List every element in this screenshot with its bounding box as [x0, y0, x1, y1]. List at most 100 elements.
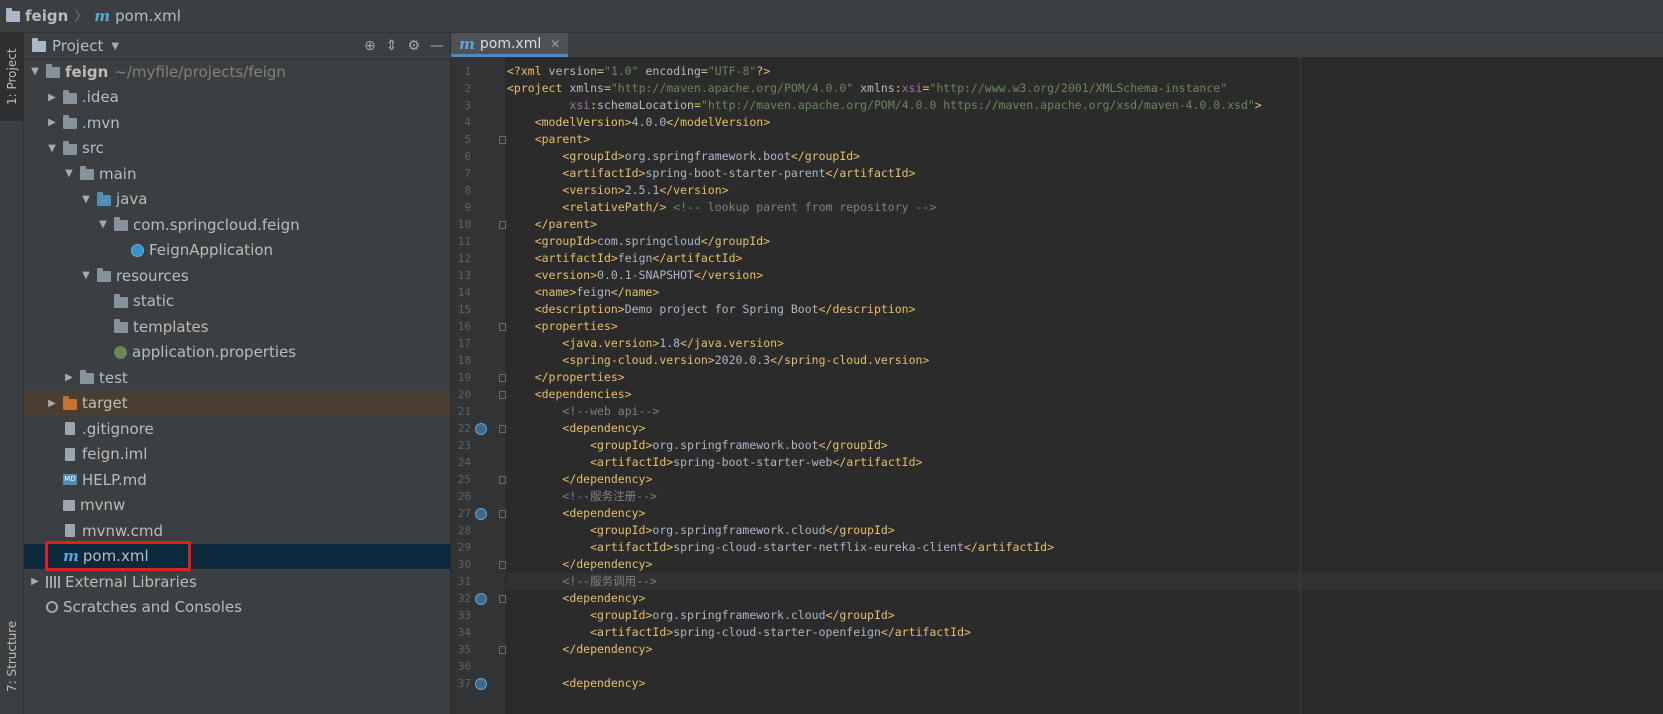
tree-item-label: templates [133, 317, 209, 336]
collapse-all-icon[interactable]: ⇕ [386, 38, 398, 54]
line-number: 3 [464, 99, 471, 112]
chevron-down-icon[interactable]: ▼ [111, 41, 119, 52]
line-number: 22 [457, 422, 471, 435]
fold-marker-icon[interactable] [499, 425, 506, 433]
expand-arrow-icon[interactable]: ▼ [62, 168, 76, 179]
tab-pom-xml[interactable]: m pom.xml ✕ [451, 33, 569, 57]
code-line: <artifactId>spring-cloud-starter-netflix… [590, 540, 1054, 554]
tree-item[interactable]: ▶ External Libraries [24, 569, 450, 594]
collapse-arrow-icon[interactable]: ▶ [62, 372, 76, 383]
maven-icon: m [94, 7, 111, 25]
tree-item[interactable]: ▶ target [24, 390, 450, 416]
code-line: <!--服务调用--> [507, 573, 1663, 590]
line-number: 23 [457, 439, 471, 452]
breadcrumb-project[interactable]: feign [6, 7, 68, 25]
class-icon [131, 243, 144, 257]
tree-item[interactable]: ▶ .mvn [24, 110, 450, 135]
fold-marker-icon[interactable] [499, 561, 506, 569]
tree-item[interactable]: static [24, 289, 450, 314]
tool-tab-structure[interactable]: 7: Structure [0, 599, 24, 714]
expand-arrow-icon[interactable]: ▼ [28, 66, 42, 77]
dependency-gutter-icon[interactable] [475, 508, 487, 520]
fold-marker-icon[interactable] [499, 595, 506, 603]
tree-item-label: main [99, 164, 137, 183]
code-line: <dependency> [562, 591, 646, 605]
tree-item[interactable]: mvnw [24, 493, 450, 518]
line-number: 13 [457, 269, 471, 282]
tree-item[interactable]: .gitignore [24, 416, 450, 441]
expand-arrow-icon[interactable]: ▼ [45, 143, 59, 154]
folder-icon [114, 293, 128, 308]
tree-item[interactable]: ▼ com.springcloud.feign [24, 212, 450, 237]
resources-folder-icon [97, 268, 111, 282]
code-line: <dependency> [562, 676, 646, 690]
line-number: 6 [464, 150, 471, 163]
fold-marker-icon[interactable] [499, 221, 506, 229]
line-number: 14 [457, 286, 471, 299]
tree-item-label: .gitignore [82, 419, 154, 438]
code-line: <parent> [534, 132, 591, 146]
line-number: 5 [464, 133, 471, 146]
gear-icon[interactable]: ⚙ [407, 38, 420, 54]
tool-tab-project[interactable]: 1: Project [0, 33, 24, 121]
project-view-selector[interactable]: Project [52, 37, 103, 55]
tree-item[interactable]: mvnw.cmd [24, 518, 450, 543]
fold-marker-icon[interactable] [499, 323, 506, 331]
line-number: 30 [457, 558, 471, 571]
dependency-gutter-icon[interactable] [475, 423, 487, 435]
code-area[interactable]: <?xml version="1.0" encoding="UTF-8"?> <p… [507, 57, 1663, 714]
expand-arrow-icon[interactable]: ▼ [79, 270, 93, 281]
line-number: 29 [457, 541, 471, 554]
left-tool-strip: 1: Project 7: Structure [0, 33, 24, 714]
dependency-gutter-icon[interactable] [475, 678, 487, 690]
line-number: 32 [457, 592, 471, 605]
close-icon[interactable]: ✕ [550, 37, 560, 51]
fold-marker-icon[interactable] [499, 476, 506, 484]
tree-item[interactable]: Scratches and Consoles [24, 595, 450, 620]
tree-item-label: static [133, 292, 175, 310]
source-folder-icon [97, 191, 111, 206]
fold-marker-icon[interactable] [499, 374, 506, 382]
tree-item[interactable]: feign.iml [24, 442, 450, 467]
line-number: 34 [457, 626, 471, 639]
fold-marker-icon[interactable] [499, 136, 506, 144]
line-number: 11 [457, 235, 471, 248]
tree-item[interactable]: ▼ src [24, 136, 450, 161]
collapse-arrow-icon[interactable]: ▶ [45, 117, 59, 128]
expand-arrow-icon[interactable]: ▼ [79, 194, 93, 205]
tool-tab-structure-label: 7: Structure [5, 620, 19, 693]
tree-item-label: resources [116, 266, 189, 285]
tree-item-label: mvnw.cmd [82, 521, 164, 540]
fold-marker-icon[interactable] [499, 646, 506, 654]
tree-item-label: mvnw [80, 496, 126, 514]
locate-icon[interactable]: ⊕ [364, 38, 376, 54]
tree-item[interactable]: templates [24, 314, 450, 339]
tree-item[interactable]: ▼ main [24, 161, 450, 186]
tree-item[interactable]: ▼ resources [24, 263, 450, 288]
code-line: </parent> [534, 217, 598, 231]
tree-item[interactable]: application.properties [24, 340, 450, 365]
collapse-arrow-icon[interactable]: ▶ [45, 398, 59, 409]
file-icon [65, 447, 75, 461]
code-line: <artifactId>feign</artifactId> [534, 251, 743, 265]
tree-item[interactable]: ▶ test [24, 365, 450, 390]
tree-item[interactable]: ▶ .idea [24, 85, 450, 110]
tree-item[interactable]: MD HELP.md [24, 467, 450, 492]
tree-item-label: .idea [82, 88, 119, 106]
code-line: xsi:schemaLocation="http://maven.apache.… [569, 98, 1262, 112]
collapse-arrow-icon[interactable]: ▶ [45, 92, 59, 103]
fold-marker-icon[interactable] [499, 391, 506, 399]
dependency-gutter-icon[interactable] [475, 593, 487, 605]
editor-tab-bar: m pom.xml ✕ [451, 33, 1663, 58]
tree-item[interactable]: ▼ java [24, 187, 450, 212]
minimize-icon[interactable]: — [430, 38, 444, 54]
breadcrumb-file[interactable]: m pom.xml [94, 7, 181, 25]
code-line: <groupId>com.springcloud</groupId> [534, 234, 771, 248]
fold-marker-icon[interactable] [499, 510, 506, 518]
line-number: 4 [464, 116, 471, 129]
collapse-arrow-icon[interactable]: ▶ [28, 576, 42, 587]
tree-item[interactable]: ▼ feign ~/myfile/projects/feign [24, 59, 450, 84]
expand-arrow-icon[interactable]: ▼ [96, 219, 110, 230]
tree-item[interactable]: FeignApplication [24, 238, 450, 263]
line-number: 16 [457, 320, 471, 333]
